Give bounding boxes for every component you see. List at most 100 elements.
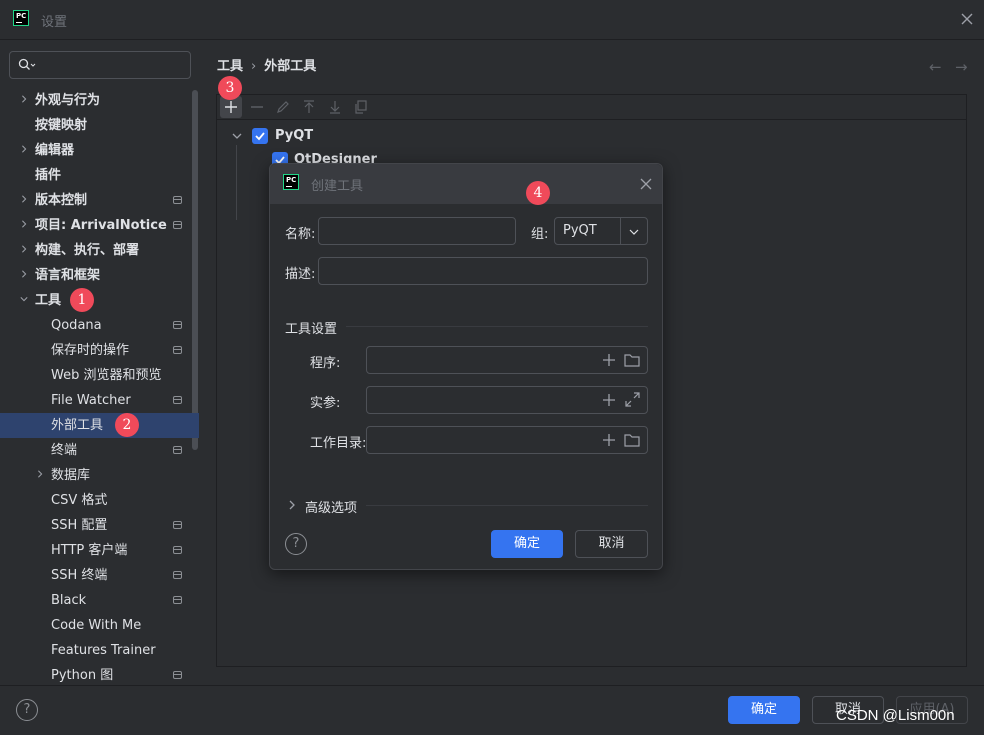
project-settings-icon xyxy=(173,571,182,579)
sidebar-item[interactable]: 保存时的操作 xyxy=(0,338,199,363)
move-up-button[interactable] xyxy=(298,96,320,118)
chevron-right-icon[interactable] xyxy=(36,470,44,478)
chevron-down-icon[interactable] xyxy=(20,295,28,303)
sidebar-item[interactable]: Code With Me xyxy=(0,613,199,638)
sidebar-item-label: Web 浏览器和预览 xyxy=(51,368,162,383)
sidebar-item-label: 构建、执行、部署 xyxy=(35,243,140,258)
move-down-button[interactable] xyxy=(324,96,346,118)
checkmark-icon xyxy=(255,132,265,141)
description-field[interactable] xyxy=(318,257,648,285)
sidebar-item[interactable]: Qodana xyxy=(0,313,199,338)
dialog-ok-button[interactable]: 确定 xyxy=(491,530,563,558)
sidebar-item-label: 按键映射 xyxy=(35,118,88,133)
name-field[interactable] xyxy=(318,217,516,245)
chevron-right-icon[interactable] xyxy=(288,500,296,510)
sidebar-item[interactable]: SSH 终端 xyxy=(0,563,199,588)
tree-guide-line xyxy=(236,145,237,220)
plus-icon[interactable] xyxy=(602,353,616,367)
breadcrumb-parent[interactable]: 工具 xyxy=(217,59,243,74)
chevron-right-icon[interactable] xyxy=(20,95,28,103)
sidebar-item-label: 编辑器 xyxy=(35,143,75,158)
project-settings-icon xyxy=(173,546,182,554)
tool-settings-section-title: 工具设置 xyxy=(285,322,338,337)
remove-tool-button[interactable] xyxy=(246,96,268,118)
dialog-cancel-button[interactable]: 取消 xyxy=(575,530,648,558)
pyqt-group-checkbox[interactable] xyxy=(252,128,268,144)
sidebar-item-label: 版本控制 xyxy=(35,193,88,208)
copy-tool-button[interactable] xyxy=(350,96,372,118)
arguments-field[interactable] xyxy=(366,386,648,414)
ok-button[interactable]: 确定 xyxy=(728,696,800,724)
sidebar-item[interactable]: Web 浏览器和预览 xyxy=(0,363,199,388)
chevron-right-icon[interactable] xyxy=(20,270,28,278)
sidebar-item[interactable]: CSV 格式 xyxy=(0,488,199,513)
sidebar-item-label: Code With Me xyxy=(51,618,142,633)
forward-arrow-icon[interactable]: → xyxy=(955,58,968,76)
sidebar-item[interactable]: File Watcher xyxy=(0,388,199,413)
chevron-down-icon[interactable] xyxy=(232,132,242,140)
sidebar-item[interactable]: 版本控制 xyxy=(0,188,199,213)
project-settings-icon xyxy=(173,196,182,204)
sidebar-item[interactable]: 语言和框架 xyxy=(0,263,199,288)
group-select[interactable]: PyQT xyxy=(554,217,648,245)
step-badge-2: 2 xyxy=(115,413,139,437)
sidebar-item[interactable]: 项目: ArrivalNotice xyxy=(0,213,199,238)
sidebar-item[interactable]: Features Trainer xyxy=(0,638,199,663)
pycharm-logo-icon: PC xyxy=(283,174,299,190)
search-icon xyxy=(18,58,36,70)
plus-icon[interactable] xyxy=(602,433,616,447)
chevron-right-icon[interactable] xyxy=(20,245,28,253)
sidebar-item[interactable]: 外部工具 xyxy=(0,413,199,438)
window-title: 设置 xyxy=(41,15,68,30)
arguments-label: 实参: xyxy=(310,396,341,411)
plus-icon[interactable] xyxy=(602,393,616,407)
sidebar-item[interactable]: 数据库 xyxy=(0,463,199,488)
back-arrow-icon[interactable]: ← xyxy=(929,58,942,76)
sidebar-item[interactable]: 外观与行为 xyxy=(0,88,199,113)
sidebar-item[interactable]: Python 图 xyxy=(0,663,199,685)
sidebar-item[interactable]: 插件 xyxy=(0,163,199,188)
sidebar-item[interactable]: 工具 xyxy=(0,288,199,313)
expand-icon[interactable] xyxy=(625,392,640,407)
folder-icon[interactable] xyxy=(624,353,640,367)
folder-icon[interactable] xyxy=(624,433,640,447)
tools-toolbar xyxy=(217,95,966,120)
search-input[interactable] xyxy=(9,51,191,79)
tree-group-label[interactable]: PyQT xyxy=(275,128,313,143)
minus-icon xyxy=(251,106,263,108)
sidebar-item[interactable]: 终端 xyxy=(0,438,199,463)
chevron-down-icon xyxy=(629,229,639,235)
project-settings-icon xyxy=(173,671,182,679)
sidebar-item-label: 插件 xyxy=(35,168,62,183)
sidebar-item[interactable]: HTTP 客户端 xyxy=(0,538,199,563)
sidebar-item[interactable]: 按键映射 xyxy=(0,113,199,138)
advanced-options-toggle[interactable]: 高级选项 xyxy=(305,497,357,516)
chevron-right-icon[interactable] xyxy=(20,220,28,228)
copy-icon xyxy=(355,100,367,114)
sidebar-item[interactable]: 编辑器 xyxy=(0,138,199,163)
working-directory-field[interactable] xyxy=(366,426,648,454)
sidebar-item-label: Qodana xyxy=(51,318,102,333)
sidebar-item[interactable]: SSH 配置 xyxy=(0,513,199,538)
sidebar-item-label: 终端 xyxy=(51,443,78,458)
sidebar-item-label: 语言和框架 xyxy=(35,268,101,283)
group-select-value: PyQT xyxy=(563,223,597,238)
close-icon[interactable] xyxy=(639,177,653,191)
close-icon[interactable] xyxy=(958,10,976,28)
chevron-right-icon[interactable] xyxy=(20,145,28,153)
step-badge-1: 1 xyxy=(70,288,94,312)
edit-tool-button[interactable] xyxy=(272,96,294,118)
program-label: 程序: xyxy=(310,356,341,371)
sidebar-item-label: Features Trainer xyxy=(51,643,156,658)
dialog-title: 创建工具 xyxy=(311,179,364,194)
project-settings-icon xyxy=(173,321,182,329)
help-button[interactable]: ? xyxy=(285,533,307,555)
help-button[interactable]: ? xyxy=(16,699,38,721)
sidebar-item-label: CSV 格式 xyxy=(51,493,108,508)
sidebar-item-label: HTTP 客户端 xyxy=(51,543,128,558)
sidebar-item[interactable]: Black xyxy=(0,588,199,613)
sidebar-item[interactable]: 构建、执行、部署 xyxy=(0,238,199,263)
program-field[interactable] xyxy=(366,346,648,374)
chevron-right-icon[interactable] xyxy=(20,195,28,203)
project-settings-icon xyxy=(173,596,182,604)
